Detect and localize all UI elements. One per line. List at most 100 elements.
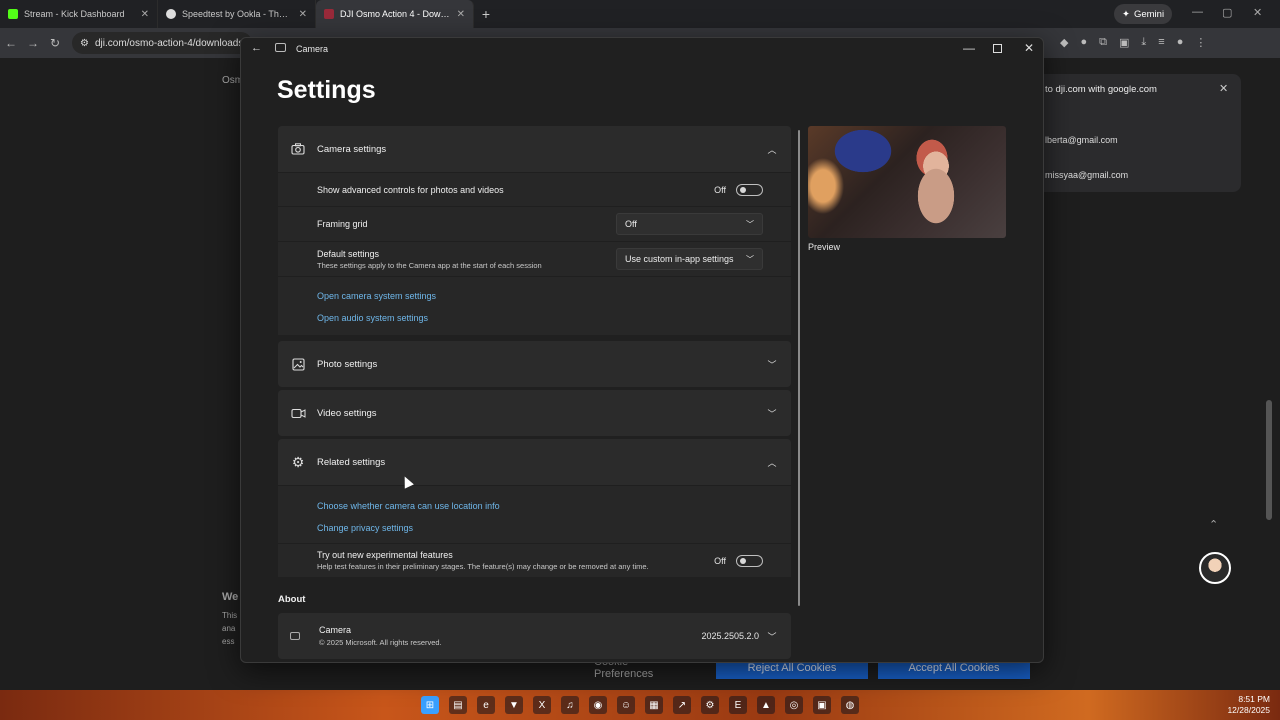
browser-tab-kick[interactable]: Stream - Kick Dashboard ✕ — [0, 0, 158, 28]
gemini-button[interactable]: ✦ Gemini — [1114, 4, 1173, 24]
related-settings-section: ⚙ Related settings ︿ Choose whether came… — [278, 439, 791, 577]
default-settings-text: Default settings These settings apply to… — [317, 249, 616, 270]
chrome-icon[interactable]: ◉ — [589, 696, 607, 714]
sparkle-icon: ✦ — [1122, 8, 1130, 20]
privacy-settings-link[interactable]: Change privacy settings — [317, 517, 791, 539]
chevron-down-icon: ﹀ — [746, 219, 754, 229]
windows-start-icon[interactable]: ⊞ — [421, 696, 439, 714]
photo-settings-header[interactable]: Photo settings ﹀ — [278, 341, 791, 387]
tab-close-icon[interactable]: ✕ — [457, 9, 465, 20]
site-info-icon[interactable]: ⚙ — [80, 38, 89, 49]
framing-grid-label: Framing grid — [317, 219, 368, 229]
minimize-icon[interactable]: — — [963, 41, 975, 55]
browser-minimize-icon[interactable]: — — [1192, 6, 1203, 18]
forward-arrow-icon[interactable]: → — [22, 36, 44, 50]
browser-restore-icon[interactable]: ▢ — [1222, 6, 1232, 19]
open-camera-system-settings-link[interactable]: Open camera system settings — [317, 285, 791, 307]
brave-icon[interactable]: ▼ — [505, 696, 523, 714]
default-settings-select[interactable]: Use custom in-app settings ﹀ — [616, 248, 763, 270]
framing-grid-select[interactable]: Off ﹀ — [616, 213, 763, 235]
camera-taskbar-icon[interactable]: ◎ — [785, 696, 803, 714]
video-settings-header[interactable]: Video settings ﹀ — [278, 390, 791, 436]
extension-icons: ◆ ● ⧉ ▣ ⤓ ≡ ● ⋮ — [1060, 36, 1206, 49]
close-icon[interactable]: ✕ — [1024, 41, 1034, 55]
open-audio-system-settings-link[interactable]: Open audio system settings — [317, 307, 791, 329]
camera-settings-header[interactable]: Camera settings ︿ — [278, 126, 791, 172]
spotify-icon[interactable]: ♫ — [561, 696, 579, 714]
url-field[interactable]: ⚙ dji.com/osmo-action-4/downloads — [72, 32, 252, 54]
app-icon[interactable]: ▲ — [757, 696, 775, 714]
sidebar-icon[interactable]: ▣ — [1119, 36, 1129, 49]
edge-icon[interactable]: e — [477, 696, 495, 714]
location-info-link[interactable]: Choose whether camera can use location i… — [317, 495, 791, 517]
section-title: Video settings — [317, 407, 377, 419]
experimental-toggle-group: Off — [714, 554, 763, 567]
gemini-label: Gemini — [1133, 8, 1165, 20]
account-email[interactable]: missyaa@gmail.com — [1045, 170, 1128, 180]
account-email[interactable]: lberta@gmail.com — [1045, 135, 1118, 145]
popup-close-icon[interactable]: ✕ — [1219, 82, 1228, 95]
file-explorer-icon[interactable]: ▤ — [449, 696, 467, 714]
browser-close-icon[interactable]: ✕ — [1253, 6, 1262, 19]
advanced-controls-toggle[interactable] — [736, 183, 763, 196]
window-title: Camera — [296, 44, 329, 54]
reload-icon[interactable]: ↻ — [44, 36, 66, 50]
system-clock[interactable]: 8:51 PM 12/28/2025 — [1227, 694, 1270, 716]
camera-app-icon — [275, 43, 286, 52]
epic-games-icon[interactable]: E — [729, 696, 747, 714]
about-text: Camera © 2025 Microsoft. All rights rese… — [319, 625, 701, 647]
experimental-features-toggle[interactable] — [736, 554, 763, 567]
advanced-controls-toggle-group: Off — [714, 183, 763, 196]
back-arrow-icon[interactable]: ← — [251, 42, 262, 54]
select-value: Use custom in-app settings — [625, 254, 734, 264]
speedtest-favicon-icon — [166, 9, 176, 19]
camera-settings-section: Camera settings ︿ Show advanced controls… — [278, 126, 791, 335]
extension-icon[interactable]: ◆ — [1060, 36, 1068, 49]
toggle-state-label: Off — [714, 555, 726, 566]
section-title: Related settings — [317, 456, 386, 468]
chevron-down-icon[interactable]: ﹀ — [765, 358, 779, 371]
app-icon[interactable]: ↗ — [673, 696, 691, 714]
menu-kebab-icon[interactable]: ⋮ — [1195, 36, 1206, 49]
app-icon[interactable]: ▦ — [645, 696, 663, 714]
chevron-up-icon[interactable]: ︿ — [765, 456, 779, 469]
app-icon[interactable]: ◍ — [841, 696, 859, 714]
maximize-icon[interactable] — [993, 44, 1002, 53]
support-avatar[interactable] — [1199, 552, 1231, 584]
chevron-up-icon[interactable]: ︿ — [765, 143, 779, 156]
browser-tab-dji[interactable]: DJI Osmo Action 4 - Downloads ✕ — [316, 0, 474, 28]
app-icon[interactable]: X — [533, 696, 551, 714]
media-icon[interactable]: ≡ — [1158, 36, 1164, 49]
page-scrollbar[interactable] — [1266, 400, 1272, 520]
chevron-down-icon: ﹀ — [746, 254, 754, 264]
steam-icon[interactable]: ⚙ — [701, 696, 719, 714]
app-icon[interactable]: ▣ — [813, 696, 831, 714]
camera-titlebar: ← Camera — ✕ — [241, 38, 1043, 60]
chevron-down-icon[interactable]: ﹀ — [765, 630, 779, 643]
puzzle-icon[interactable]: ⧉ — [1099, 36, 1107, 49]
browser-tab-speedtest[interactable]: Speedtest by Ookla - The Global ✕ — [158, 0, 316, 28]
new-tab-button[interactable]: + — [474, 6, 498, 22]
discord-icon[interactable]: ☺ — [617, 696, 635, 714]
browser-tab-strip: Stream - Kick Dashboard ✕ Speedtest by O… — [0, 0, 1280, 28]
back-arrow-icon[interactable]: ← — [0, 36, 22, 50]
related-settings-header[interactable]: ⚙ Related settings ︿ — [278, 439, 791, 485]
scroll-to-top-icon[interactable]: ⌃ — [1209, 518, 1218, 531]
default-settings-label: Default settings — [317, 248, 380, 259]
about-app-name: Camera — [319, 625, 352, 635]
tab-close-icon[interactable]: ✕ — [141, 9, 149, 20]
page-heading-fragment: We — [222, 591, 239, 603]
experimental-features-text: Try out new experimental features Help t… — [317, 550, 714, 571]
about-version: 2025.2505.2.0 — [701, 631, 759, 641]
download-icon[interactable]: ⤓ — [1141, 36, 1146, 49]
default-settings-description: These settings apply to the Camera app a… — [317, 260, 542, 270]
settings-list: Camera settings ︿ Show advanced controls… — [278, 126, 791, 577]
settings-scrollbar[interactable] — [798, 130, 800, 606]
extension-icon[interactable]: ● — [1080, 36, 1087, 49]
tab-close-icon[interactable]: ✕ — [299, 9, 307, 20]
select-value: Off — [625, 219, 637, 229]
chevron-down-icon[interactable]: ﹀ — [765, 407, 779, 420]
experimental-features-label: Try out new experimental features — [317, 550, 453, 560]
about-card[interactable]: Camera © 2025 Microsoft. All rights rese… — [278, 613, 791, 659]
profile-icon[interactable]: ● — [1177, 36, 1184, 49]
